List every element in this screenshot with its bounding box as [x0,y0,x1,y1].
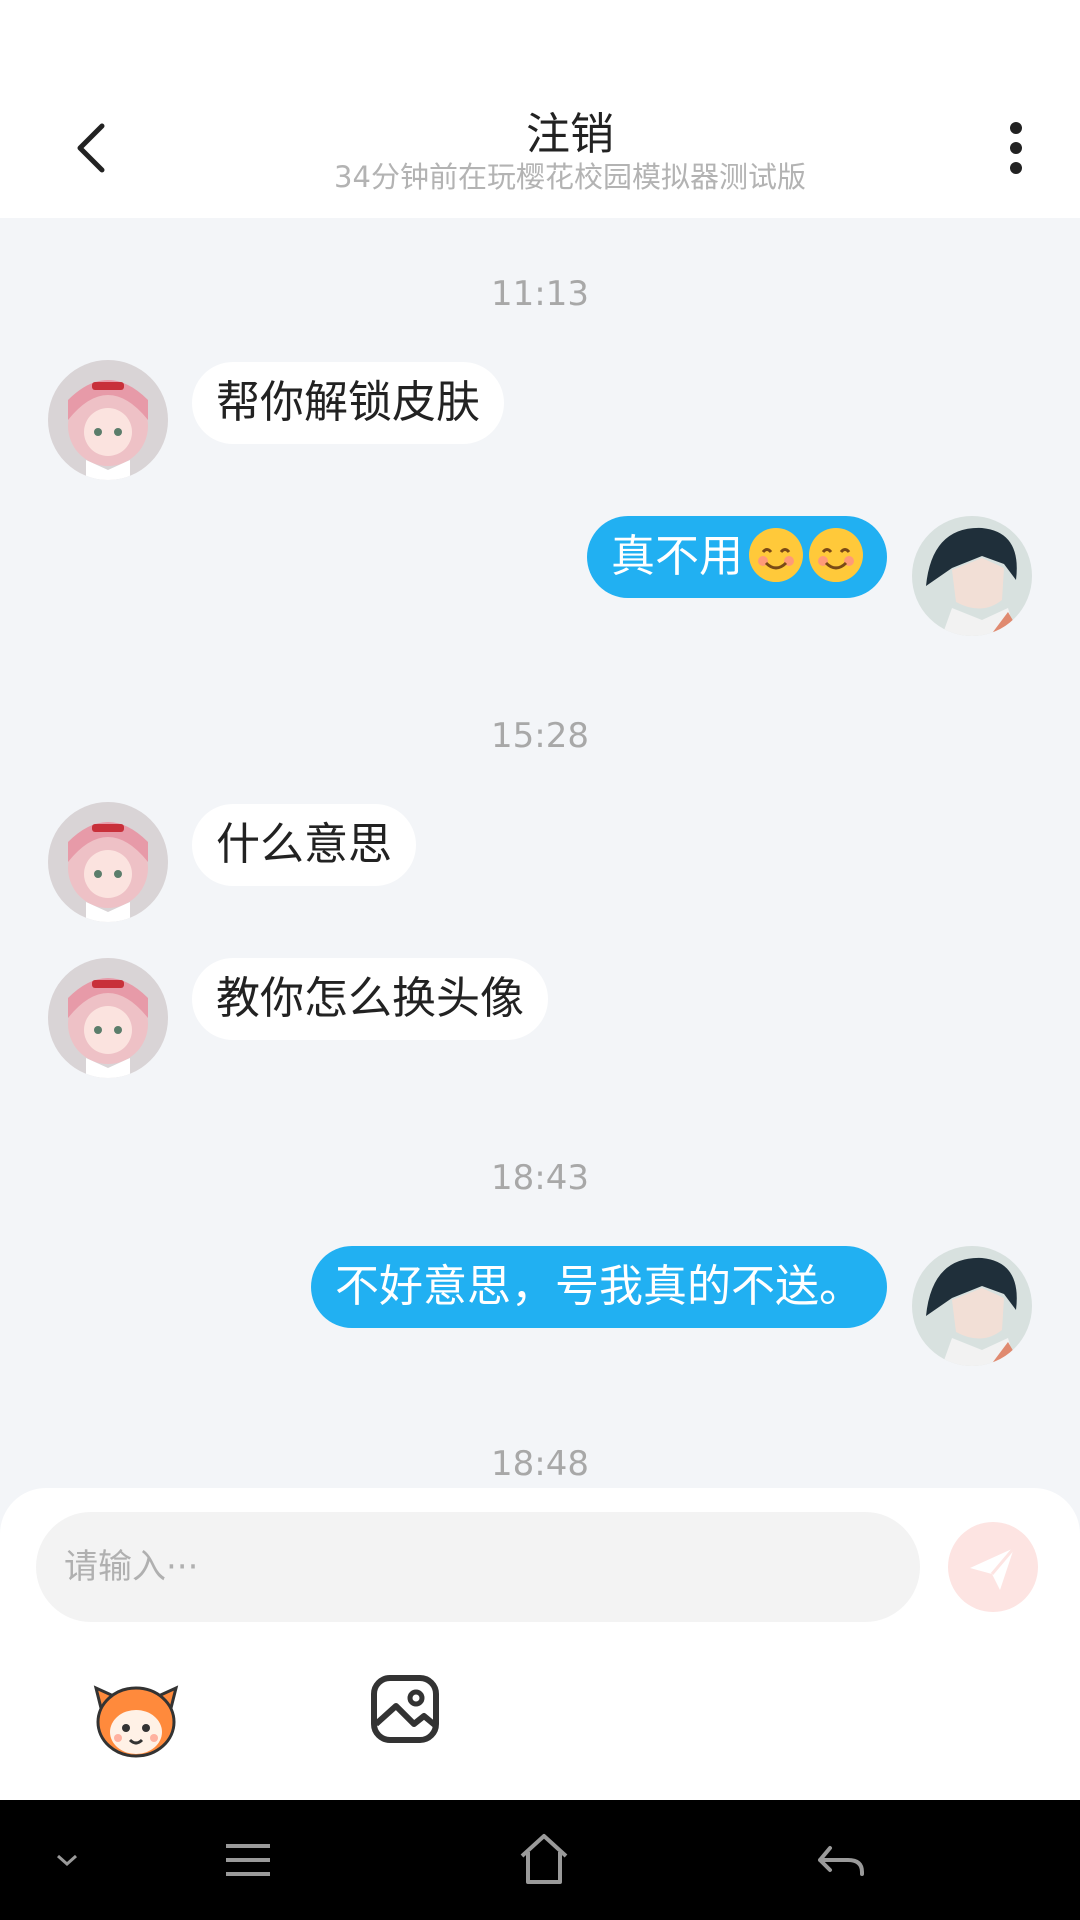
chat-title: 注销 [526,109,614,160]
back-arrow-icon[interactable] [814,1830,866,1890]
mascot-sticker-icon [93,1685,179,1758]
message-bubble-incoming[interactable]: 什么意思 [192,804,416,886]
status-bar [0,0,1080,72]
contact-avatar[interactable] [48,802,168,922]
system-navigation-bar [0,1800,1080,1920]
mascot-sticker-button[interactable] [90,1674,182,1760]
message-text: 真不用 [611,531,743,582]
chat-subtitle: 34分钟前在玩樱花校园模拟器测试版 [334,160,806,194]
message-bubble-outgoing[interactable]: 真不用 [587,516,887,598]
message-composer: 请输入··· [0,1488,1080,1800]
my-avatar[interactable] [912,516,1032,636]
message-input[interactable]: 请输入··· [36,1512,920,1622]
more-vertical-icon [1010,122,1022,134]
message-timestamp: 18:43 [491,1158,589,1198]
smiling-face-icon [749,528,803,582]
message-timestamp: 18:48 [491,1444,589,1484]
home-icon[interactable] [518,1830,570,1890]
my-avatar[interactable] [912,1246,1032,1366]
message-timestamp: 11:13 [491,274,589,314]
more-options-button[interactable] [990,118,1040,178]
chevron-down-icon[interactable] [52,1830,82,1890]
message-list[interactable]: 11:13 帮你解锁皮肤 真不用 15:28 什么意思 教你怎么换头像 18:4… [0,218,1080,1488]
send-button[interactable] [948,1522,1038,1612]
contact-avatar[interactable] [48,958,168,1078]
message-timestamp: 15:28 [491,716,589,756]
image-picker-icon [371,1675,439,1743]
message-bubble-incoming[interactable]: 帮你解锁皮肤 [192,362,504,444]
contact-avatar[interactable] [48,360,168,480]
chat-header: 注销 34分钟前在玩樱花校园模拟器测试版 [0,72,1080,218]
menu-icon[interactable] [222,1830,274,1890]
message-bubble-outgoing[interactable]: 不好意思，号我真的不送。 [311,1246,887,1328]
smiling-face-icon [809,528,863,582]
message-bubble-incoming[interactable]: 教你怎么换头像 [192,958,548,1040]
image-picker-button[interactable] [370,1674,440,1744]
paper-plane-icon [970,1547,1016,1590]
